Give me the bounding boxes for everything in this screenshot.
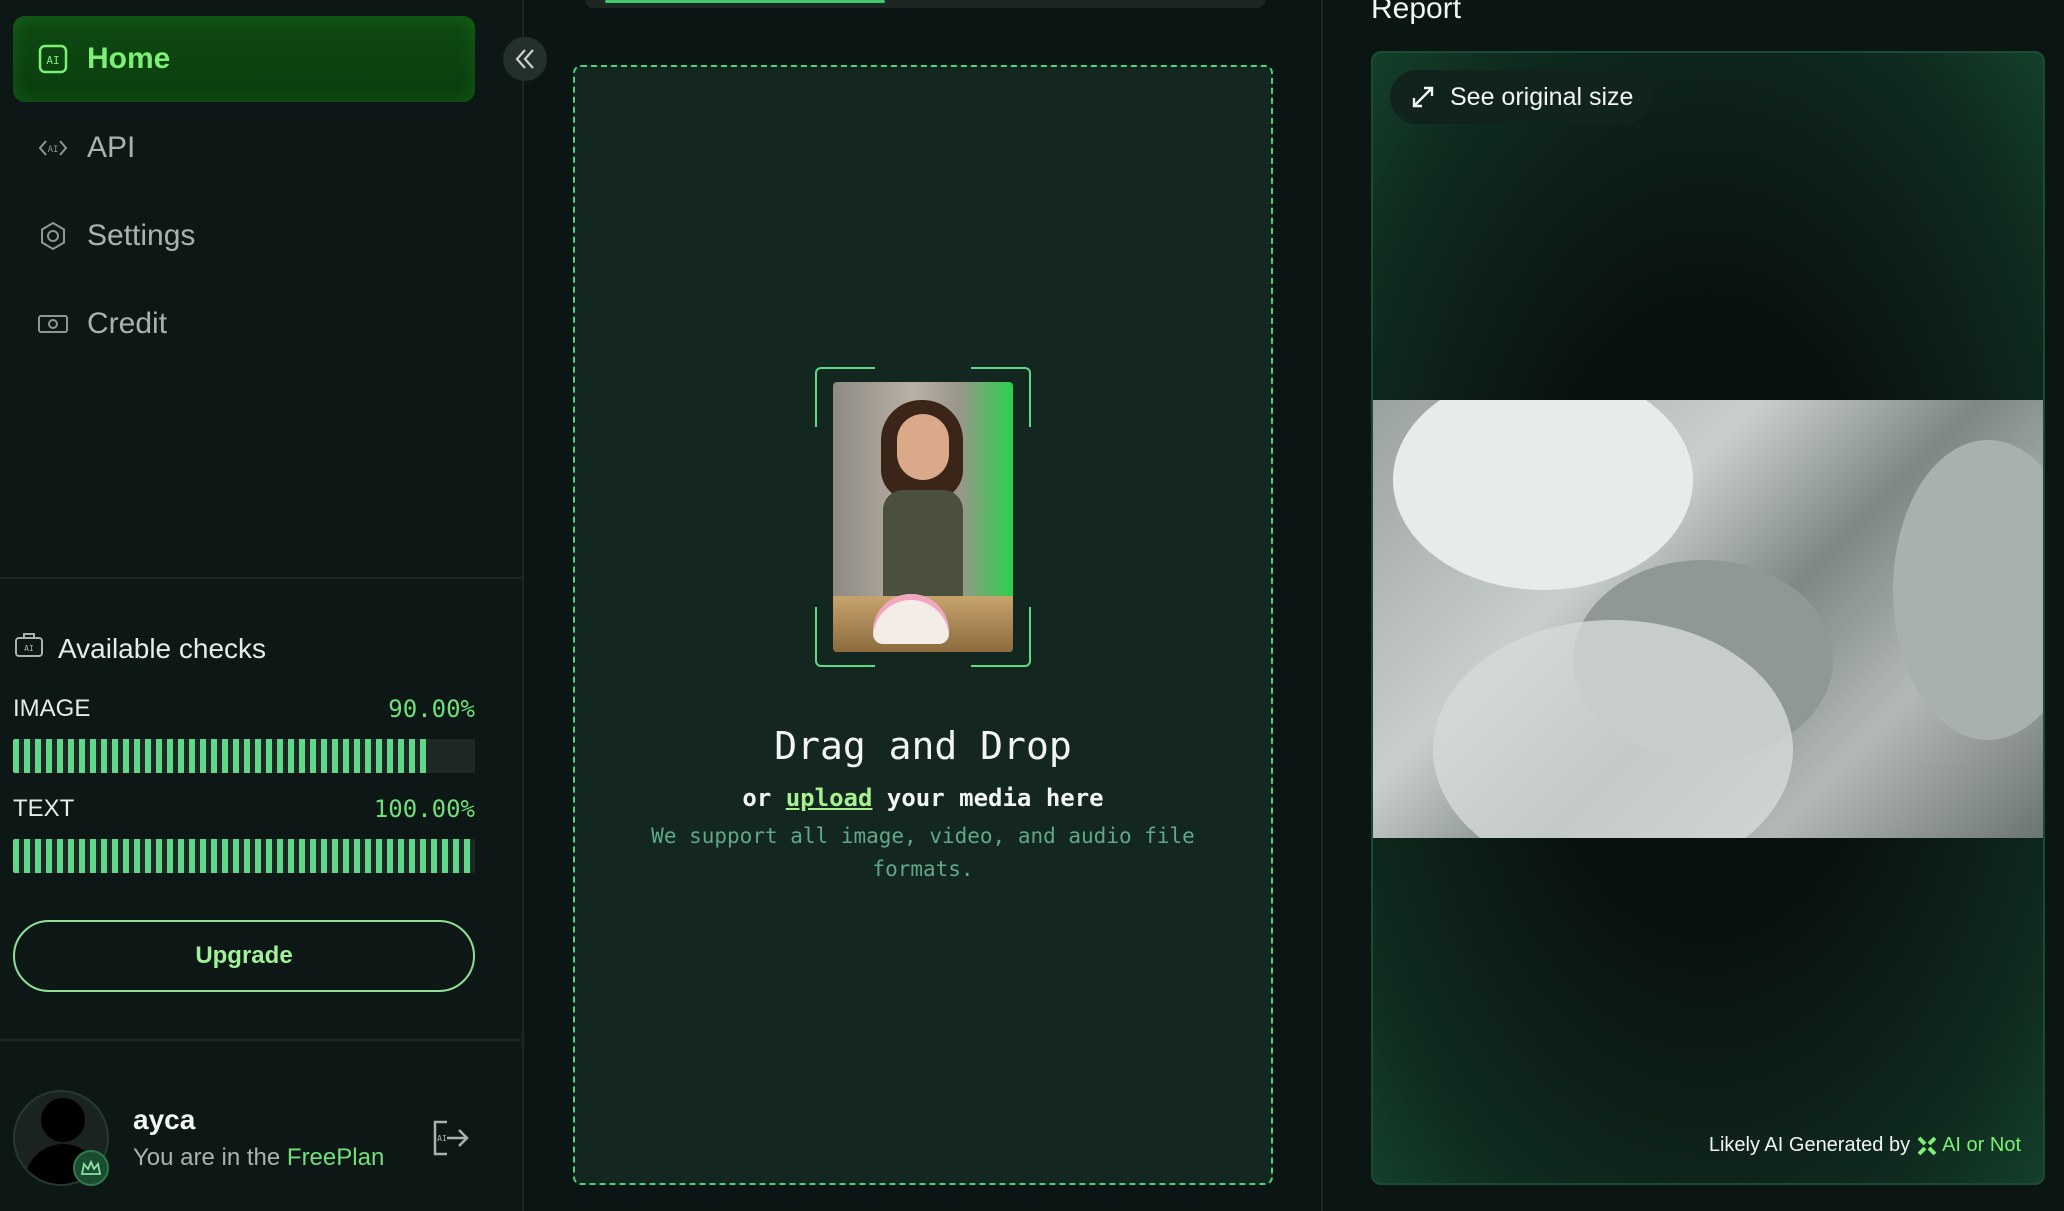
- sidebar-item-label: Settings: [87, 219, 196, 252]
- svg-text:AI: AI: [24, 644, 34, 653]
- upgrade-button[interactable]: Upgrade: [13, 920, 475, 992]
- text-check-value: 100.00%: [373, 795, 475, 823]
- dropzone-subtitle: or upload your media here: [573, 784, 1273, 812]
- text-check-label: TEXT: [13, 795, 75, 822]
- likely-label: Likely AI Generated by: [1708, 1134, 1911, 1156]
- plan-prefix: You are in the: [133, 1144, 287, 1171]
- text-check-meter-fill: [13, 839, 475, 873]
- progress-track: [585, 0, 1265, 8]
- available-checks-title: Available checks: [58, 632, 267, 664]
- text-check-row: TEXT 100.00%: [13, 795, 475, 823]
- image-check-row: IMAGE 90.00%: [13, 695, 475, 723]
- progress-fill: [605, 0, 885, 3]
- subtitle-suffix: your media here: [872, 784, 1104, 812]
- crown-icon: [73, 1150, 109, 1186]
- supported-formats-note: We support all image, video, and audio f…: [651, 824, 1195, 881]
- double-chevron-left-icon: [515, 49, 534, 69]
- api-icon: AI: [37, 132, 69, 164]
- collapse-sidebar-button[interactable]: [503, 37, 547, 81]
- plan-name[interactable]: FreePlan: [287, 1144, 384, 1171]
- home-scan-icon: AI: [37, 43, 69, 75]
- svg-text:AI: AI: [437, 1134, 447, 1143]
- image-check-meter-fill: [13, 739, 429, 773]
- preview-image: [833, 382, 1013, 652]
- image-check-label: IMAGE: [13, 695, 91, 722]
- credit-icon: [37, 308, 69, 340]
- user-plan: You are in the FreePlan: [133, 1144, 384, 1172]
- settings-icon: [37, 220, 69, 252]
- sidebar-item-api[interactable]: AI API: [13, 105, 475, 191]
- panel-divider: [1321, 0, 1323, 1211]
- available-checks-header: AI Available checks: [14, 632, 266, 665]
- ai-verdict-watermark: Likely AI Generated by AI or Not: [1709, 1134, 2021, 1157]
- report-title: Report: [1371, 0, 1462, 25]
- svg-text:AI: AI: [46, 54, 59, 67]
- sidebar-item-settings[interactable]: Settings: [13, 193, 475, 279]
- sidebar-item-home[interactable]: AI Home: [13, 16, 475, 102]
- sidebar-item-credit[interactable]: Credit: [13, 281, 475, 367]
- user-name: ayca: [133, 1104, 196, 1135]
- sidebar: AI Home AI API Settings Credit AI Availa…: [0, 0, 524, 1211]
- report-image: [1373, 400, 2043, 838]
- logout-icon[interactable]: AI: [429, 1116, 473, 1160]
- sidebar-item-label: Credit: [87, 307, 168, 340]
- upload-link[interactable]: upload: [786, 784, 873, 812]
- see-original-size-label: See original size: [1450, 82, 1634, 111]
- report-card: See original size Likely AI Generated by…: [1371, 51, 2045, 1185]
- checks-icon: AI: [14, 632, 44, 665]
- sidebar-divider: [0, 1039, 524, 1041]
- subtitle-prefix: or: [742, 784, 786, 812]
- brand-name: AI or Not: [1942, 1134, 2021, 1156]
- brand-logo-icon: [1917, 1136, 1937, 1155]
- sidebar-item-label: API: [87, 131, 136, 164]
- upload-preview: [815, 367, 1031, 667]
- expand-icon: [1412, 86, 1434, 108]
- text-check-meter: [13, 839, 475, 873]
- see-original-size-button[interactable]: See original size: [1390, 70, 1652, 124]
- image-check-value: 90.00%: [388, 695, 475, 723]
- image-check-meter: [13, 739, 475, 773]
- user-profile: ayca You are in the FreePlan AI: [13, 1090, 503, 1186]
- dropzone-title: Drag and Drop: [774, 724, 1072, 768]
- sidebar-divider: [0, 577, 524, 579]
- sidebar-item-label: Home: [87, 42, 171, 75]
- svg-text:AI: AI: [48, 145, 59, 155]
